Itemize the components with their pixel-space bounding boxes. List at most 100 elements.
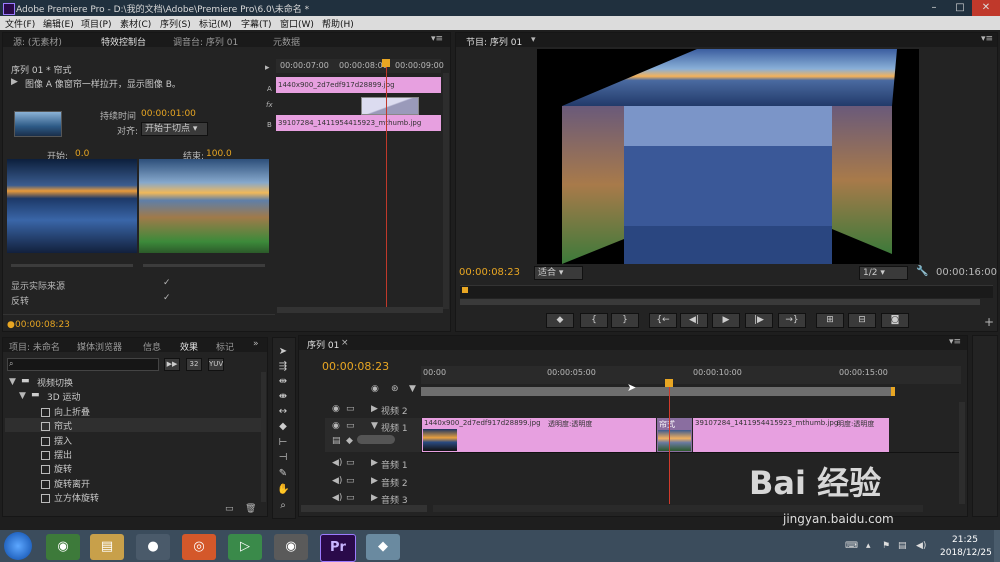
tab-effects[interactable]: 效果	[180, 340, 198, 353]
speaker-icon[interactable]: ◀)	[332, 493, 342, 503]
extract-button[interactable]: ⊟	[848, 313, 876, 328]
tray-date[interactable]: 2018/12/25	[940, 548, 992, 558]
show-source-checkbox[interactable]: ✓	[163, 278, 171, 288]
snap-icon[interactable]: ◉	[371, 384, 379, 394]
menu-clip[interactable]: 素材(C)	[120, 17, 151, 30]
taskbar-explorer-icon[interactable]: ▤	[90, 534, 124, 560]
zoom-tool-icon[interactable]: ⌕	[277, 500, 289, 512]
effects-search-input[interactable]	[7, 358, 159, 371]
eye-icon[interactable]: ◉	[332, 404, 340, 414]
add-marker-button[interactable]: ◆	[546, 313, 574, 328]
panel-expand-icon[interactable]: »	[253, 339, 259, 349]
lock-icon[interactable]: ▭	[346, 493, 355, 503]
timeline-zoom-bar[interactable]	[301, 505, 427, 512]
go-to-in-button[interactable]: {←	[649, 313, 677, 328]
tab-media-browser[interactable]: 媒体浏览器	[77, 340, 122, 353]
start-button[interactable]	[4, 532, 32, 560]
add-marker-icon[interactable]: ▼	[409, 384, 416, 394]
reverse-checkbox[interactable]: ✓	[163, 293, 171, 303]
track-expand-icon[interactable]: ▶	[371, 476, 378, 486]
tab-program[interactable]: 节目: 序列 01	[466, 35, 522, 48]
tree-item-cube-spin[interactable]: 立方体旋转	[41, 491, 99, 504]
tree-item-spin[interactable]: 旋转	[41, 462, 72, 475]
32bit-effects-icon[interactable]: 32	[186, 358, 202, 371]
maximize-button[interactable]: □	[946, 0, 974, 16]
program-scrubber-marker[interactable]	[462, 287, 468, 293]
project-scrollbar[interactable]	[261, 372, 266, 502]
tree-3d-motion[interactable]: 3D 运动	[47, 390, 81, 403]
play-button[interactable]: ▶	[712, 313, 740, 328]
start-value[interactable]: 0.0	[75, 149, 89, 159]
timeline-playhead[interactable]	[669, 384, 670, 504]
eye-icon[interactable]: ◉	[332, 421, 340, 431]
menu-file[interactable]: 文件(F)	[5, 17, 35, 30]
tab-effect-controls[interactable]: 特效控制台	[101, 35, 146, 48]
effect-timecode[interactable]: 00:00:08:23	[15, 320, 70, 330]
mark-out-button[interactable]: }	[611, 313, 639, 328]
program-tab-dropdown-icon[interactable]: ▾	[531, 35, 536, 45]
effect-transition-block[interactable]	[361, 97, 419, 115]
razor-tool-icon[interactable]: ◆	[277, 421, 289, 433]
taskbar-media-icon[interactable]: ▷	[228, 534, 262, 560]
program-scrubber[interactable]	[460, 285, 993, 298]
yuv-effects-icon[interactable]: YUV	[208, 358, 224, 371]
taskbar-app-icon[interactable]: ◆	[366, 534, 400, 560]
rolling-edit-tool-icon[interactable]: ⇼	[277, 391, 289, 403]
track-expand-icon[interactable]: ▶	[371, 404, 378, 414]
wrench-icon[interactable]: 🔧	[916, 266, 928, 277]
tab-sequence[interactable]: 序列 01	[307, 338, 339, 351]
end-value[interactable]: 100.0	[206, 149, 232, 159]
tab-metadata[interactable]: 元数据	[273, 35, 300, 48]
tab-source[interactable]: 源: (无素材)	[13, 35, 62, 48]
fit-dropdown[interactable]: 适合 ▾	[534, 266, 583, 280]
speaker-icon[interactable]: ◀)	[332, 458, 342, 468]
speaker-icon[interactable]: ◀)	[332, 476, 342, 486]
tree-arrow-icon[interactable]: ▼	[9, 377, 16, 387]
selection-tool-icon[interactable]: ➤	[277, 346, 289, 358]
work-area-bar[interactable]	[421, 387, 891, 396]
menu-title[interactable]: 字幕(T)	[241, 17, 272, 30]
tray-arrow-icon[interactable]: ▴	[866, 541, 871, 551]
taskbar-recorder-icon[interactable]: ◉	[274, 534, 308, 560]
tab-markers[interactable]: 标记	[216, 340, 234, 353]
add-button-icon[interactable]: +	[984, 315, 994, 329]
taskbar-premiere-icon[interactable]: Pr	[320, 534, 356, 562]
accelerated-effects-icon[interactable]: ▶▶	[164, 358, 180, 371]
tab-project[interactable]: 项目: 未命名	[9, 340, 60, 353]
expand-arrow-icon[interactable]: ▸	[265, 63, 270, 73]
track-expand-icon[interactable]: ▶	[371, 458, 378, 468]
lock-icon[interactable]: ▭	[346, 458, 355, 468]
tray-keyboard-icon[interactable]: ⌨	[845, 541, 858, 551]
tree-item-swing-out[interactable]: 摆出	[41, 448, 72, 461]
tray-time[interactable]: 21:25	[952, 535, 978, 545]
menu-project[interactable]: 项目(P)	[81, 17, 111, 30]
program-current-timecode[interactable]: 00:00:08:23	[459, 267, 520, 278]
menu-help[interactable]: 帮助(H)	[322, 17, 354, 30]
slide-tool-icon[interactable]: ⊣	[277, 452, 289, 464]
keyframe-nav-icon[interactable]: ◆	[346, 436, 353, 446]
track-expand-icon[interactable]: ▶	[371, 493, 378, 503]
effect-vscrollbar[interactable]	[443, 73, 449, 309]
delete-icon[interactable]: 🗑	[245, 504, 256, 514]
minimize-button[interactable]: –	[920, 0, 948, 16]
go-to-out-button[interactable]: →}	[778, 313, 806, 328]
duration-value[interactable]: 00:00:01:00	[141, 109, 196, 119]
rate-stretch-tool-icon[interactable]: ↔	[277, 406, 289, 418]
taskbar-firefox-icon[interactable]: ◎	[182, 534, 216, 560]
menu-edit[interactable]: 编辑(E)	[43, 17, 74, 30]
opacity-keyframe-pill[interactable]	[357, 435, 395, 444]
hand-tool-icon[interactable]: ✋	[277, 484, 289, 496]
timeline-timecode[interactable]: 00:00:08:23	[322, 360, 389, 373]
tray-flag-icon[interactable]: ⚑	[882, 541, 890, 551]
taskbar-qq-icon[interactable]: ●	[136, 534, 170, 560]
timeline-playhead-marker[interactable]	[665, 379, 673, 387]
close-tab-icon[interactable]: ×	[341, 338, 349, 348]
play-preview-icon[interactable]: ▶	[11, 77, 18, 87]
track-select-tool-icon[interactable]: ⇶	[277, 361, 289, 373]
mark-in-button[interactable]: {	[580, 313, 608, 328]
slip-tool-icon[interactable]: ⊢	[277, 437, 289, 449]
lift-button[interactable]: ⊞	[816, 313, 844, 328]
panel-menu-icon[interactable]: ▾≡	[981, 34, 993, 44]
timeline-transition-curtain[interactable]: 帘式	[657, 418, 692, 452]
clip-1-opacity[interactable]: 透明度:透明度	[548, 419, 592, 429]
